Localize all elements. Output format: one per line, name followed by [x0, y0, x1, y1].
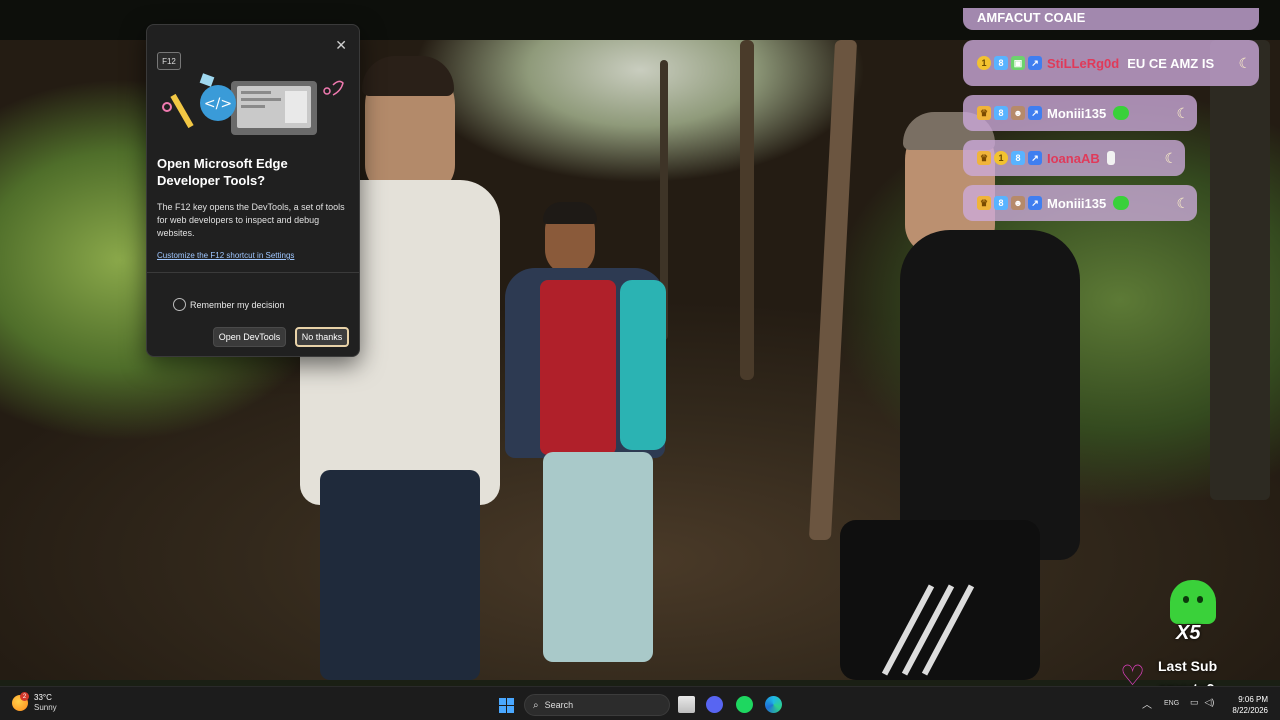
clock-date: 8/22/2026 [1232, 706, 1268, 715]
open-devtools-button[interactable]: Open DevTools [213, 327, 286, 347]
tree-trunk [808, 40, 858, 540]
chat-message-text: EU CE AMZ IS [1127, 55, 1215, 71]
tree-trunk [740, 40, 754, 380]
taskbar-clock[interactable]: 9:06 PM 8/22/2026 [1226, 694, 1268, 716]
prime-badge-icon: ↗ [1028, 196, 1042, 210]
chat-username[interactable]: Moniii135 [1047, 196, 1106, 211]
crown-badge-icon: ♛ [977, 196, 991, 210]
system-tray-icons[interactable]: ▭ ◁) [1190, 697, 1214, 708]
dialog-divider [147, 272, 359, 273]
customize-shortcut-link[interactable]: Customize the F12 shortcut in Settings [157, 251, 294, 260]
moon-icon: ☾ [1176, 194, 1189, 211]
weather-widget[interactable]: 2 33°C Sunny [12, 692, 57, 713]
cigarette-emote-icon [1106, 151, 1115, 165]
green-ghost-emote-icon [1113, 196, 1130, 210]
file-explorer-icon[interactable] [678, 696, 695, 713]
remember-label: Remember my decision [190, 299, 285, 310]
chat-message-partial: AMFACUT COAIE [963, 8, 1259, 30]
remember-radio[interactable] [173, 298, 186, 311]
search-icon: ⌕ [533, 699, 539, 711]
prime-badge-icon: ↗ [1028, 151, 1042, 165]
prime-badge-icon: ↗ [1028, 56, 1042, 70]
moon-icon: ☾ [1176, 104, 1189, 121]
svg-text:</>: </> [204, 96, 232, 112]
clock-time: 9:06 PM [1238, 695, 1268, 704]
spotify-icon[interactable] [736, 696, 753, 713]
sub-multiplier: X5 [1176, 622, 1201, 644]
gift-badge-icon: ▣ [1011, 56, 1025, 70]
dialog-title: Open Microsoft Edge Developer Tools? [157, 156, 288, 188]
f12-key-badge: F12 [157, 52, 181, 70]
8g-badge-icon: 8 [1011, 151, 1025, 165]
heart-icon: ♡ [1120, 660, 1146, 691]
monitor-icon: ▭ [1190, 697, 1199, 707]
chat-message: ♛ 8 ☻ ↗ Moniii135 ☾ [963, 185, 1197, 221]
discord-icon[interactable] [706, 696, 723, 713]
no-thanks-button[interactable]: No thanks [295, 327, 349, 347]
8g-badge-icon: 8 [994, 106, 1008, 120]
sun-icon: 2 [12, 692, 29, 711]
8g-badge-icon: 8 [994, 56, 1008, 70]
chat-username[interactable]: StiLLeRg0d [1047, 56, 1119, 71]
chat-message: ♛ 8 ☻ ↗ Moniii135 ☾ [963, 95, 1197, 131]
dialog-description: The F12 key opens the DevTools, a set of… [157, 202, 345, 238]
crown-badge-icon: ♛ [977, 106, 991, 120]
chat-message: 1 8 ▣ ↗ StiLLeRg0d EU CE AMZ IS ☾ [963, 40, 1259, 86]
windows-start-icon[interactable] [499, 698, 514, 713]
chevron-up-icon[interactable]: ︿ [1142, 696, 1152, 711]
last-sub-alert: X5 ♡ Last Sub anxuta0 [1112, 578, 1272, 698]
weather-condition: Sunny [34, 703, 57, 712]
weather-alert-badge: 2 [20, 692, 29, 701]
chat-message: ♛ 1 8 ↗ IoanaAB ☾ [963, 140, 1185, 176]
bot-badge-icon: ☻ [1011, 196, 1025, 210]
edge-icon[interactable] [765, 696, 782, 713]
devtools-dialog: F12 ✕ </> Open Microsoft Edge Developer … [146, 24, 360, 357]
8g-badge-icon: 8 [994, 196, 1008, 210]
chat-message-text: AMFACUT COAIE [977, 10, 1086, 25]
coin-badge-icon: 1 [994, 151, 1008, 165]
input-language[interactable]: ENG [1164, 700, 1179, 707]
chat-username[interactable]: IoanaAB [1047, 151, 1100, 166]
close-icon[interactable]: ✕ [335, 37, 347, 54]
chat-username[interactable]: Moniii135 [1047, 106, 1106, 121]
bot-badge-icon: ☻ [1011, 106, 1025, 120]
windows-taskbar: 2 33°C Sunny ⌕ Search ︿ ENG ▭ ◁) 9:06 PM… [0, 686, 1280, 720]
remember-decision-option[interactable]: Remember my decision [173, 298, 285, 311]
crown-badge-icon: ♛ [977, 151, 991, 165]
search-placeholder: Search [544, 700, 574, 710]
moon-icon: ☾ [1164, 149, 1177, 166]
tree-trunk [1210, 40, 1270, 500]
moon-icon: ☾ [1238, 54, 1251, 71]
last-sub-label: Last Sub [1158, 658, 1218, 674]
volume-icon: ◁) [1204, 697, 1215, 707]
coin-badge-icon: 1 [977, 56, 991, 70]
prime-badge-icon: ↗ [1028, 106, 1042, 120]
devtools-illustration-icon: </> [162, 73, 344, 135]
green-ghost-emote-icon [1113, 106, 1130, 120]
green-ghost-icon [1170, 580, 1216, 624]
taskbar-search[interactable]: ⌕ Search [524, 694, 670, 716]
weather-temperature: 33°C [34, 693, 52, 702]
